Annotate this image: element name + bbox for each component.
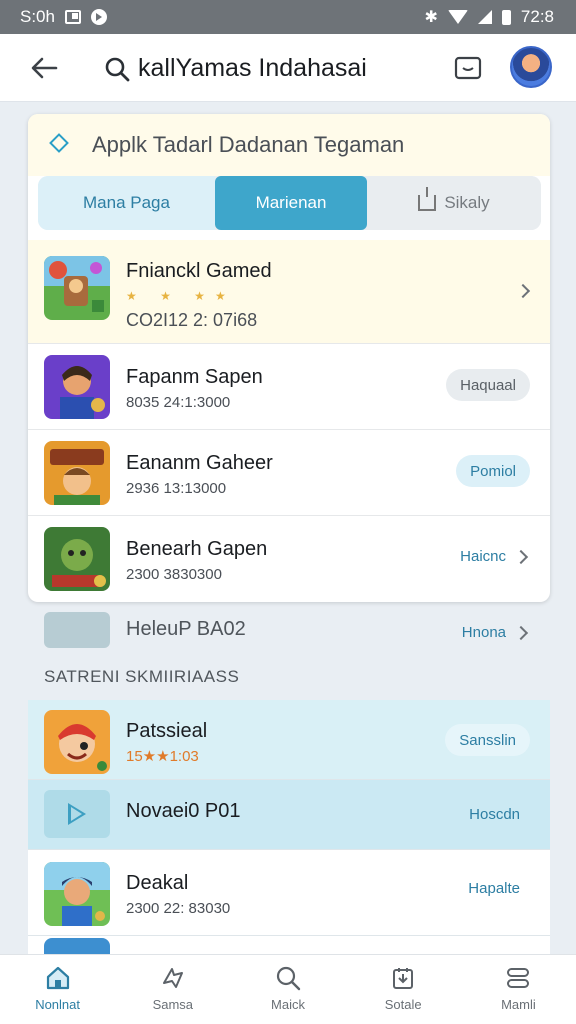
app-title: Eananm Gaheer — [126, 452, 273, 474]
app-title: Novaei0 P01 — [126, 800, 241, 822]
game-app-icon — [44, 441, 110, 505]
app-meta: CO2I12 2: 07i68 — [126, 310, 258, 330]
action-link[interactable]: Haicnc — [460, 548, 506, 565]
status-bar: S:0h ✱ 72:8 — [0, 0, 576, 34]
game-app-icon — [44, 527, 110, 591]
bottom-nav: Nonlnat Samsa Maick Sotale Mamli — [0, 954, 576, 1024]
tab-bar: Mana Paga Marienan Sikaly — [38, 176, 541, 230]
misc-row[interactable]: HeleuP BA02 Hnona — [28, 604, 550, 660]
battery-icon — [501, 9, 511, 25]
app-meta: 2300 22: 83030 — [126, 900, 231, 917]
list-item[interactable]: Fapanm Sapen 8035 24:1:3000 Haquaal — [28, 344, 550, 430]
action-link[interactable]: Hapalte — [468, 880, 520, 897]
diamond-icon — [49, 133, 69, 153]
app-title: Fnianckl Gamed — [126, 260, 272, 282]
avatar[interactable] — [510, 46, 552, 88]
status-time: S:0h — [20, 7, 55, 26]
status-left: S:0h — [20, 7, 107, 27]
status-clock: 72:8 — [520, 7, 554, 26]
game-app-icon — [44, 355, 110, 419]
chevron-right-icon[interactable] — [513, 625, 529, 641]
app-meta: 2936 13:13000 — [126, 480, 227, 497]
app-title: Fapanm Sapen — [126, 366, 263, 388]
game-app-icon — [44, 862, 110, 926]
play-store-icon — [90, 9, 107, 25]
list-item[interactable]: Deakal 2300 22: 83030 Hapalte — [28, 850, 550, 936]
app-header: kallYamas Indahasai — [0, 34, 576, 102]
list-item[interactable]: Fnianckl Gamed ★ ★ ★★ CO2I12 2: 07i68 — [28, 240, 550, 344]
gallery-icon — [64, 10, 81, 24]
action-button[interactable]: Pomiol — [456, 455, 530, 487]
nav-label: Samsa — [152, 997, 194, 1012]
thumbnail-placeholder — [44, 612, 110, 648]
tab-label: Sikaly — [444, 193, 490, 212]
app-meta: 8035 24:1:3000 — [126, 394, 231, 411]
signal-icon — [477, 10, 492, 24]
nav-label: Nonlnat — [35, 997, 80, 1012]
nav-menu[interactable]: Mamli — [461, 955, 576, 1024]
action-button[interactable]: Haquaal — [446, 369, 530, 401]
game-app-icon — [44, 256, 110, 320]
play-icon — [44, 790, 110, 838]
list-item[interactable]: Benearh Gapen 2300 3830300 Haicnc — [28, 516, 550, 602]
list-item[interactable] — [28, 936, 550, 955]
rating-stars: ★ ★ ★★ — [126, 289, 236, 303]
tab-sikaly[interactable]: Sikaly — [367, 176, 541, 230]
status-right: ✱ 72:8 — [425, 7, 555, 27]
game-app-icon — [44, 938, 110, 955]
action-link[interactable]: Hnona — [462, 624, 506, 641]
wifi-icon — [447, 10, 468, 24]
tab-label: Marienan — [255, 193, 327, 212]
card-header: Applk Tadarl Dadanan Tegaman — [28, 114, 550, 176]
cast-icon[interactable] — [454, 55, 482, 81]
game-app-icon — [44, 710, 110, 774]
nav-updates[interactable]: Sotale — [346, 955, 461, 1024]
action-link[interactable]: Hoscdn — [469, 806, 520, 823]
app-meta: 2300 3830300 — [126, 566, 222, 583]
updates-icon — [393, 968, 414, 989]
action-button[interactable]: Sansslin — [445, 724, 530, 756]
chevron-right-icon[interactable] — [515, 283, 531, 299]
nav-home[interactable]: Nonlnat — [0, 955, 115, 1024]
misc-title: HeleuP BA02 — [126, 618, 246, 640]
app-title: Deakal — [126, 872, 189, 894]
app-title: Patssieal — [126, 720, 208, 742]
app-title: Benearh Gapen — [126, 538, 268, 560]
menu-icon — [507, 968, 530, 988]
list-item[interactable]: Novaei0 P01 Hoscdn — [28, 780, 550, 850]
section-label: SATRENI SKMIIRIAASS — [44, 667, 240, 686]
chevron-right-icon[interactable] — [513, 549, 529, 565]
share-icon — [418, 187, 437, 211]
card-title: Applk Tadarl Dadanan Tegaman — [92, 132, 405, 157]
apps-card: Applk Tadarl Dadanan Tegaman Mana Paga M… — [28, 114, 550, 602]
nav-search[interactable]: Maick — [230, 955, 345, 1024]
nav-games[interactable]: Samsa — [115, 955, 230, 1024]
search-icon — [276, 966, 301, 991]
search-input[interactable]: kallYamas Indahasai — [138, 54, 367, 83]
nav-label: Sotale — [384, 997, 422, 1012]
nav-label: Maick — [271, 997, 305, 1012]
list-item[interactable]: Eananm Gaheer 2936 13:13000 Pomiol — [28, 430, 550, 516]
nav-label: Mamli — [501, 997, 536, 1012]
games-icon — [162, 968, 183, 988]
tab-label: Mana Paga — [83, 193, 170, 212]
app-meta: 15★★1:03 — [126, 748, 199, 765]
tab-mana-paga[interactable]: Mana Paga — [38, 176, 215, 230]
search-icon[interactable] — [104, 56, 130, 82]
bluetooth-icon: ✱ — [424, 9, 438, 26]
back-arrow-icon[interactable] — [30, 56, 58, 80]
list-panel: Patssieal 15★★1:03 Sansslin Novaei0 P01 … — [28, 700, 550, 955]
home-icon — [46, 966, 69, 990]
list-item[interactable]: Patssieal 15★★1:03 Sansslin — [28, 700, 550, 780]
tab-marienan[interactable]: Marienan — [215, 176, 367, 230]
